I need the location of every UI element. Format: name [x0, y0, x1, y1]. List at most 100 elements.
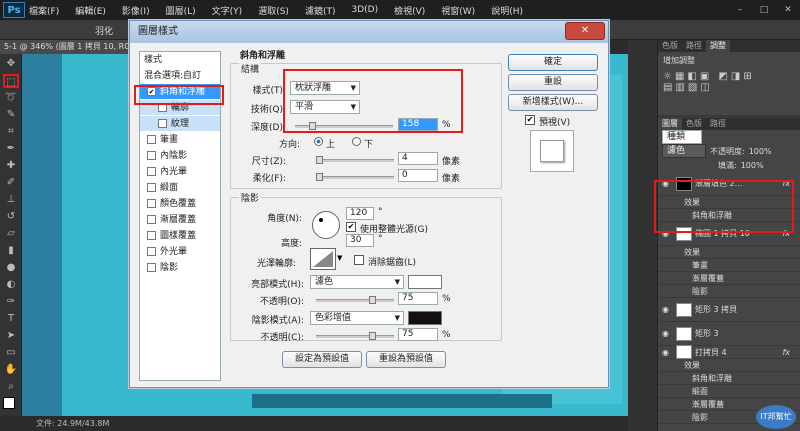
style-item[interactable]: 紋理	[140, 116, 220, 132]
close-icon[interactable]: ✕	[565, 22, 605, 40]
style-item-checkbox[interactable]	[147, 247, 156, 256]
style-item-checkbox[interactable]	[147, 215, 156, 224]
style-item[interactable]: 圖樣覆蓋	[140, 228, 220, 244]
highlight-opacity-knob[interactable]	[369, 296, 377, 304]
layer-row[interactable]: 筆畫	[658, 259, 800, 272]
crop-tool-icon[interactable]: ⌗	[3, 125, 19, 139]
fill-value[interactable]: 100%	[741, 161, 764, 170]
size-slider-knob[interactable]	[316, 156, 323, 164]
altitude-input[interactable]: 30	[346, 234, 374, 247]
reset-default-button[interactable]: 重設為預設值	[366, 351, 446, 368]
tab-adjustments[interactable]: 調整	[706, 40, 730, 52]
hand-tool-icon[interactable]: ✋	[3, 363, 19, 377]
tab-layers[interactable]: 圖層	[658, 118, 682, 130]
adjust-icons[interactable]: ☼▦◧▣ ◩◨⊞ ▤▥▧◫	[658, 69, 800, 95]
ok-button[interactable]: 確定	[508, 54, 598, 71]
shadow-opacity-input[interactable]: 75	[398, 328, 438, 341]
style-item[interactable]: 漸層覆蓋	[140, 212, 220, 228]
style-item[interactable]: 內陰影	[140, 148, 220, 164]
shadow-color-swatch[interactable]	[408, 311, 442, 325]
tab-paths[interactable]: 路徑	[682, 40, 706, 52]
make-default-button[interactable]: 設定為預設值	[282, 351, 362, 368]
brush-tool-icon[interactable]: ✐	[3, 176, 19, 190]
stamp-tool-icon[interactable]: ⊥	[3, 193, 19, 207]
shadow-opacity-knob[interactable]	[369, 332, 377, 340]
reset-button[interactable]: 重設	[508, 74, 598, 91]
healing-tool-icon[interactable]: ✚	[3, 159, 19, 173]
chevron-down-icon[interactable]: ▼	[337, 254, 342, 262]
direction-down-radio[interactable]	[352, 137, 361, 146]
direction-up-radio[interactable]	[314, 137, 323, 146]
zoom-tool-icon[interactable]: ⌕	[3, 380, 19, 394]
kind-select[interactable]: 種類	[662, 130, 702, 144]
menu-help[interactable]: 說明(H)	[491, 4, 523, 17]
blend-mode-select[interactable]: 濾色	[662, 144, 706, 158]
shape-tool-icon[interactable]: ▭	[3, 346, 19, 360]
menu-3d[interactable]: 3D(D)	[351, 5, 378, 15]
minimize-icon[interactable]: –	[728, 0, 752, 20]
move-tool-icon[interactable]: ✥	[3, 57, 19, 71]
preview-checkbox[interactable]: ✔	[525, 115, 535, 125]
new-style-button[interactable]: 新增樣式(W)...	[508, 94, 598, 111]
gloss-contour-picker[interactable]	[310, 248, 336, 270]
menu-window[interactable]: 視窗(W)	[441, 4, 475, 17]
tab-channels-2[interactable]: 色版	[682, 118, 706, 130]
type-tool-icon[interactable]: T	[3, 312, 19, 326]
fx-icon[interactable]: fx	[782, 348, 790, 357]
menu-edit[interactable]: 編輯(E)	[75, 4, 106, 17]
style-item[interactable]: 緞面	[140, 180, 220, 196]
style-item-checkbox[interactable]	[158, 119, 167, 128]
layer-row[interactable]: 效果	[658, 359, 800, 372]
history-brush-icon[interactable]: ↺	[3, 210, 19, 224]
maximize-icon[interactable]: □	[752, 0, 776, 20]
tab-channels[interactable]: 色版	[658, 40, 682, 52]
style-item-checkbox[interactable]	[147, 199, 156, 208]
menu-image[interactable]: 影像(I)	[122, 4, 150, 17]
highlight-opacity-slider[interactable]	[316, 296, 394, 304]
color-swatch-icon[interactable]	[3, 397, 15, 409]
style-item-checkbox[interactable]	[147, 151, 156, 160]
eye-icon[interactable]: ◉	[662, 305, 669, 314]
marquee-tool-icon[interactable]: ⬚	[3, 74, 19, 88]
dodge-tool-icon[interactable]: ◐	[3, 278, 19, 292]
menu-type[interactable]: 文字(Y)	[212, 4, 243, 17]
menu-filter[interactable]: 濾鏡(T)	[305, 4, 336, 17]
opacity-value[interactable]: 100%	[749, 147, 772, 156]
menu-view[interactable]: 檢視(V)	[394, 4, 425, 17]
style-item[interactable]: 外光暈	[140, 244, 220, 260]
soften-slider[interactable]	[316, 173, 394, 181]
menu-file[interactable]: 檔案(F)	[29, 4, 59, 17]
size-input[interactable]: 4	[398, 152, 438, 165]
eye-icon[interactable]: ◉	[662, 329, 669, 338]
tab-paths-2[interactable]: 路徑	[706, 118, 730, 130]
menu-layer[interactable]: 圖層(L)	[166, 4, 196, 17]
style-item-checkbox[interactable]	[147, 135, 156, 144]
menu-select[interactable]: 選取(S)	[258, 4, 289, 17]
blending-options[interactable]: 混合選項:自訂	[140, 68, 220, 84]
layer-row[interactable]: 陰影	[658, 285, 800, 298]
style-item[interactable]: 內光暈	[140, 164, 220, 180]
lasso-tool-icon[interactable]: ➰	[3, 91, 19, 105]
style-item-checkbox[interactable]	[147, 167, 156, 176]
style-item[interactable]: 顏色覆蓋	[140, 196, 220, 212]
style-item[interactable]: 筆畫	[140, 132, 220, 148]
angle-input[interactable]: 120	[346, 207, 374, 220]
layer-row[interactable]: ◉ 矩形 3	[658, 322, 800, 346]
antialias-checkbox[interactable]	[354, 255, 364, 265]
layer-row[interactable]: 緞面	[658, 385, 800, 398]
eraser-tool-icon[interactable]: ▱	[3, 227, 19, 241]
highlight-mode-select[interactable]: 濾色 ▼	[310, 275, 404, 289]
layer-row[interactable]: 效果	[658, 246, 800, 259]
eyedropper-tool-icon[interactable]: ✒	[3, 142, 19, 156]
style-item-checkbox[interactable]	[147, 231, 156, 240]
blur-tool-icon[interactable]: ●	[3, 261, 19, 275]
gradient-tool-icon[interactable]: ▮	[3, 244, 19, 258]
layer-row[interactable]: ◉ 矩形 3 拷貝	[658, 298, 800, 322]
style-item-checkbox[interactable]	[147, 263, 156, 272]
angle-dial[interactable]	[312, 211, 340, 239]
soften-input[interactable]: 0	[398, 169, 438, 182]
global-light-checkbox[interactable]: ✔	[346, 222, 356, 232]
quick-select-tool-icon[interactable]: ✎	[3, 108, 19, 122]
eye-icon[interactable]: ◉	[662, 348, 669, 357]
highlight-color-swatch[interactable]	[408, 275, 442, 289]
